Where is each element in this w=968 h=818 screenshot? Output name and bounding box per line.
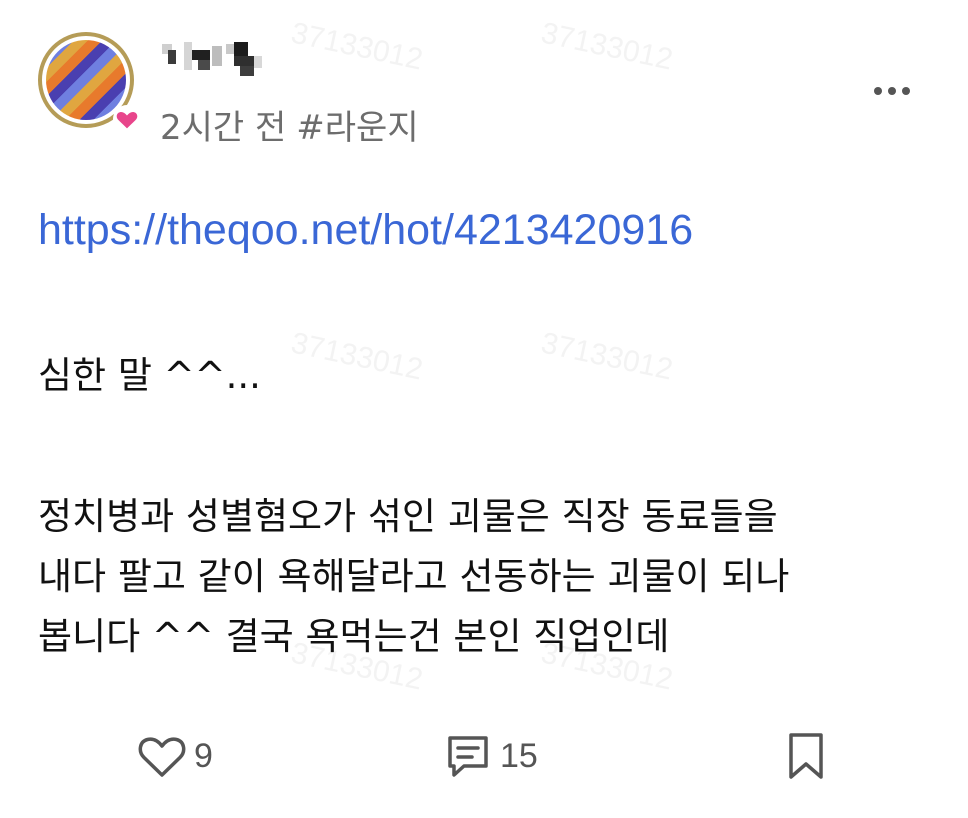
post-paragraph: 정치병과 성별혐오가 섞인 괴물은 직장 동료들을 내다 팔고 같이 욕해달라고…	[38, 495, 790, 658]
post-meta: 2시간 전 #라운지	[160, 100, 419, 149]
like-count: 9	[194, 736, 213, 775]
post-time: 2시간 전	[160, 108, 287, 148]
post-tag[interactable]: #라운지	[296, 108, 418, 148]
watermark: 37133012	[538, 16, 676, 77]
heart-outline-icon	[138, 737, 186, 777]
comment-count: 15	[500, 736, 538, 775]
bookmark-button[interactable]	[786, 726, 826, 786]
username-blurred[interactable]	[162, 38, 268, 82]
bookmark-icon	[789, 733, 823, 779]
comment-button[interactable]: 15	[442, 726, 538, 786]
watermark: 37133012	[538, 326, 676, 387]
more-icon[interactable]	[870, 78, 914, 104]
watermark: 37133012	[288, 16, 426, 77]
heart-icon	[113, 105, 141, 133]
post-paragraph: 심한 말 ^^...	[38, 354, 261, 397]
post-actions: 9 15	[0, 726, 968, 786]
watermark: 37133012	[288, 326, 426, 387]
post-link[interactable]: https://theqoo.net/hot/4213420916	[38, 206, 693, 255]
like-button[interactable]: 9	[136, 726, 213, 786]
comment-icon	[448, 736, 488, 777]
